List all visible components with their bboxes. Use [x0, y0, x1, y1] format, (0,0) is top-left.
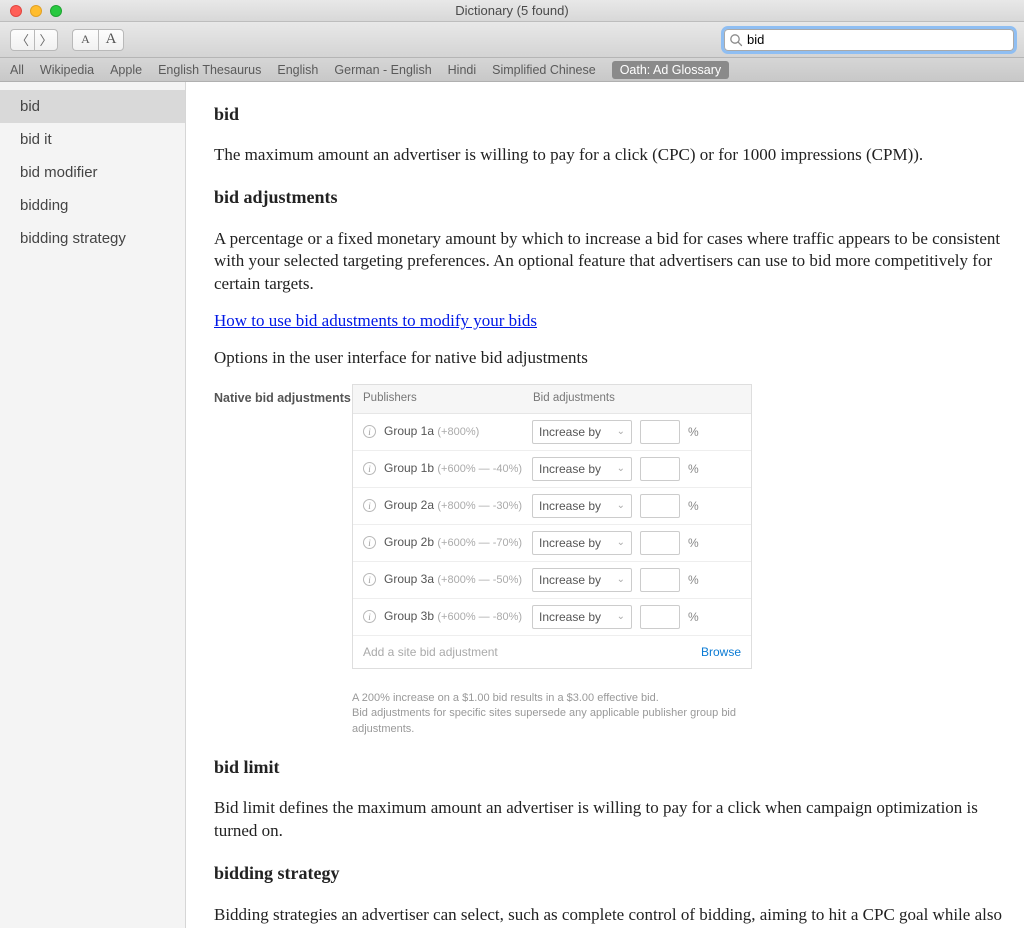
source-tab-simplified-chinese[interactable]: Simplified Chinese	[492, 63, 596, 77]
back-button[interactable]: 〈	[10, 29, 34, 51]
definition-bid-adjustments: A percentage or a fixed monetary amount …	[214, 228, 1010, 297]
chevron-right-icon: 〉	[39, 30, 52, 49]
table-row: i Group 1b (+600% — -40%) Increase by⌄%	[353, 451, 751, 488]
source-tab-wikipedia[interactable]: Wikipedia	[40, 63, 94, 77]
chevron-down-icon: ⌄	[617, 499, 625, 513]
source-tab-german-english[interactable]: German - English	[334, 63, 431, 77]
info-icon[interactable]: i	[363, 573, 376, 586]
table-row: i Group 3a (+800% — -50%) Increase by⌄%	[353, 562, 751, 599]
table-hint: A 200% increase on a $1.00 bid results i…	[214, 685, 744, 737]
forward-button[interactable]: 〉	[34, 29, 58, 51]
info-icon[interactable]: i	[363, 610, 376, 623]
search-field-wrap	[724, 29, 1014, 51]
sidebar-item-bidding[interactable]: bidding	[0, 189, 185, 222]
publisher-label: Group 2a (+800% — -30%)	[384, 497, 524, 514]
increase-font-button[interactable]: A	[98, 29, 124, 51]
source-tab-oath-ad-glossary[interactable]: Oath: Ad Glossary	[612, 61, 729, 79]
source-tab-english[interactable]: English	[277, 63, 318, 77]
titlebar: Dictionary (5 found)	[0, 0, 1024, 22]
adjustment-dropdown[interactable]: Increase by⌄	[532, 531, 632, 555]
percent-input[interactable]	[640, 568, 680, 592]
info-icon[interactable]: i	[363, 536, 376, 549]
publisher-label: Group 1a (+800%)	[384, 423, 524, 440]
howto-link[interactable]: How to use bid adustments to modify your…	[214, 311, 537, 330]
chevron-down-icon: ⌄	[617, 536, 625, 550]
adjustment-dropdown[interactable]: Increase by⌄	[532, 457, 632, 481]
percent-input[interactable]	[640, 494, 680, 518]
percent-input[interactable]	[640, 457, 680, 481]
heading-bid: bid	[214, 102, 1010, 126]
percent-sign: %	[688, 609, 699, 625]
definition-bidding-strategy: Bidding strategies an advertiser can sel…	[214, 904, 1010, 928]
percent-input[interactable]	[640, 531, 680, 555]
bid-adjustments-table: Native bid adjustments Publishers Bid ad…	[214, 384, 1010, 669]
publisher-label: Group 1b (+600% — -40%)	[384, 460, 524, 477]
source-tab-hindi[interactable]: Hindi	[448, 63, 477, 77]
window-title: Dictionary (5 found)	[455, 3, 568, 18]
decrease-font-button[interactable]: A	[72, 29, 98, 51]
definition-bid: The maximum amount an advertiser is will…	[214, 144, 1010, 167]
sidebar-item-bid-modifier[interactable]: bid modifier	[0, 156, 185, 189]
article-content: bid The maximum amount an advertiser is …	[186, 82, 1024, 928]
sidebar-item-bid-it[interactable]: bid it	[0, 123, 185, 156]
publisher-label: Group 3a (+800% — -50%)	[384, 571, 524, 588]
sidebar-item-bid[interactable]: bid	[0, 90, 185, 123]
percent-sign: %	[688, 424, 699, 440]
window-controls	[10, 5, 62, 17]
chevron-down-icon: ⌄	[617, 610, 625, 624]
column-header-publishers: Publishers	[353, 385, 523, 413]
table-row: i Group 2a (+800% — -30%) Increase by⌄%	[353, 488, 751, 525]
percent-sign: %	[688, 535, 699, 551]
percent-sign: %	[688, 461, 699, 477]
adjustment-dropdown[interactable]: Increase by⌄	[532, 568, 632, 592]
info-icon[interactable]: i	[363, 499, 376, 512]
search-input[interactable]	[724, 29, 1014, 51]
chevron-down-icon: ⌄	[617, 573, 625, 587]
heading-bid-limit: bid limit	[214, 755, 1010, 779]
search-icon	[729, 33, 743, 47]
add-site-placeholder[interactable]: Add a site bid adjustment	[363, 644, 498, 660]
table-row: i Group 1a (+800%) Increase by⌄%	[353, 414, 751, 451]
table-row: i Group 2b (+600% — -70%) Increase by⌄%	[353, 525, 751, 562]
publisher-label: Group 3b (+600% — -80%)	[384, 608, 524, 625]
minimize-window-button[interactable]	[30, 5, 42, 17]
close-window-button[interactable]	[10, 5, 22, 17]
definition-bid-limit: Bid limit defines the maximum amount an …	[214, 797, 1010, 843]
options-caption: Options in the user interface for native…	[214, 347, 1010, 370]
adjustment-dropdown[interactable]: Increase by⌄	[532, 605, 632, 629]
chevron-down-icon: ⌄	[617, 462, 625, 476]
source-tab-apple[interactable]: Apple	[110, 63, 142, 77]
adjustment-dropdown[interactable]: Increase by⌄	[532, 420, 632, 444]
adjustment-dropdown[interactable]: Increase by⌄	[532, 494, 632, 518]
source-bar: All Wikipedia Apple English Thesaurus Englis…	[0, 58, 1024, 82]
browse-link[interactable]: Browse	[701, 644, 741, 660]
percent-sign: %	[688, 572, 699, 588]
column-header-bid-adjustments: Bid adjustments	[523, 385, 751, 413]
publisher-label: Group 2b (+600% — -70%)	[384, 534, 524, 551]
info-icon[interactable]: i	[363, 425, 376, 438]
percent-sign: %	[688, 498, 699, 514]
results-sidebar: bidbid itbid modifierbiddingbidding stra…	[0, 82, 186, 928]
info-icon[interactable]: i	[363, 462, 376, 475]
toolbar: 〈 〉 A A	[0, 22, 1024, 58]
zoom-window-button[interactable]	[50, 5, 62, 17]
table-side-label: Native bid adjustments	[214, 384, 352, 407]
table-row: i Group 3b (+600% — -80%) Increase by⌄%	[353, 599, 751, 636]
sidebar-item-bidding-strategy[interactable]: bidding strategy	[0, 222, 185, 255]
chevron-left-icon: 〈	[16, 30, 29, 49]
chevron-down-icon: ⌄	[617, 425, 625, 439]
source-tab-english-thesaurus[interactable]: English Thesaurus	[158, 63, 261, 77]
source-tab-all[interactable]: All	[10, 63, 24, 77]
percent-input[interactable]	[640, 605, 680, 629]
percent-input[interactable]	[640, 420, 680, 444]
heading-bidding-strategy: bidding strategy	[214, 861, 1010, 885]
heading-bid-adjustments: bid adjustments	[214, 185, 1010, 209]
